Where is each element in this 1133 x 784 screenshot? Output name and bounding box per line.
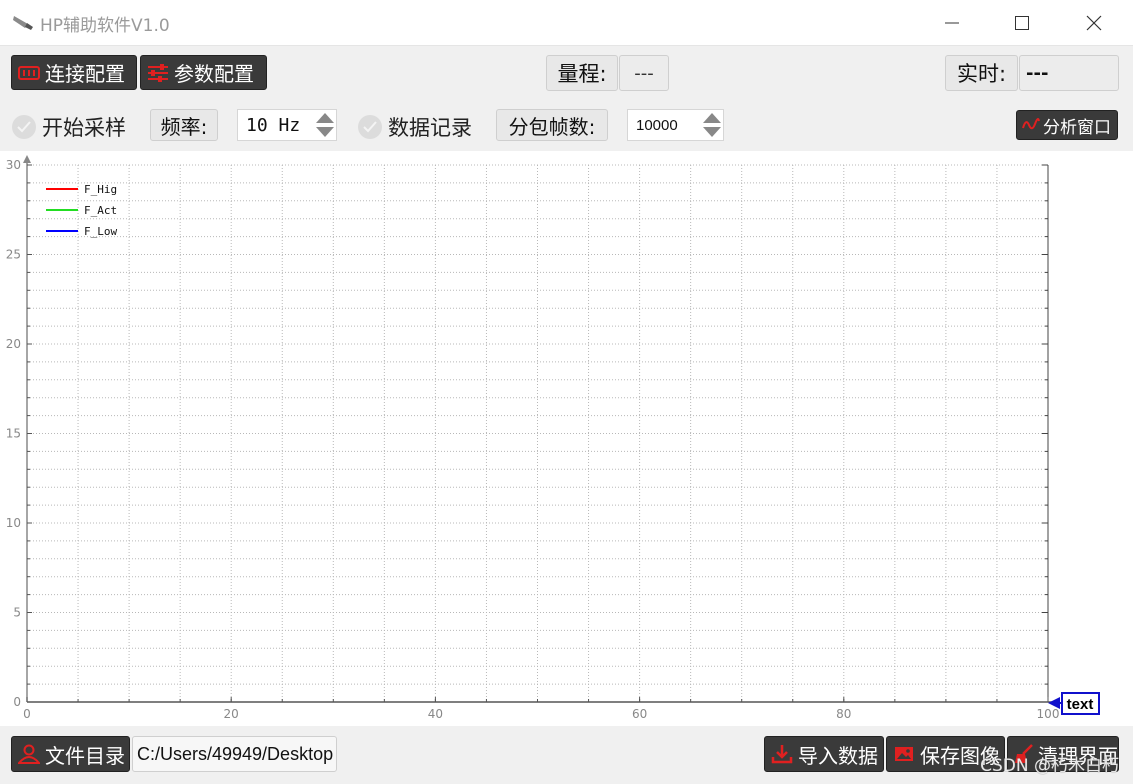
minimize-button[interactable]: [922, 0, 982, 45]
freq-label: 频率:: [150, 109, 218, 141]
x-tick-label: 0: [23, 707, 31, 721]
x-tick-label: 80: [836, 707, 851, 721]
import-data-button[interactable]: 导入数据: [764, 736, 884, 772]
start-sampling-label: 开始采样: [42, 116, 126, 140]
range-value: ---: [619, 55, 669, 91]
maximize-icon: [1015, 15, 1029, 30]
realtime-value: ---: [1019, 55, 1119, 91]
path-field[interactable]: C:/Users/49949/Desktop: [132, 736, 337, 772]
analysis-window-button[interactable]: 分析窗口: [1016, 110, 1118, 140]
app-icon: [12, 12, 34, 32]
connector-icon: [16, 62, 42, 84]
data-record-checkbox[interactable]: 数据记录: [358, 112, 472, 142]
import-data-label: 导入数据: [798, 743, 878, 768]
legend-label: F_Hig: [84, 183, 117, 196]
connect-config-label: 连接配置: [45, 62, 125, 86]
param-config-button[interactable]: 参数配置: [140, 55, 267, 90]
check-icon: [358, 115, 382, 139]
app-window: HP辅助软件V1.0 连接配置 参数配置 量程: --- 实时: --- 开始采…: [0, 0, 1133, 784]
download-icon: [769, 743, 795, 765]
realtime-label: 实时:: [945, 55, 1018, 91]
close-icon: [1086, 15, 1102, 30]
spin-arrows-icon[interactable]: [701, 110, 723, 140]
close-button[interactable]: [1064, 0, 1124, 45]
cursor-label: text: [1067, 696, 1094, 713]
legend-label: F_Low: [84, 225, 117, 238]
file-dir-button[interactable]: 文件目录: [11, 736, 130, 772]
watermark: CSDN @朽木白朽: [980, 756, 1119, 776]
data-record-label: 数据记录: [388, 116, 472, 140]
y-tick-label: 15: [6, 427, 21, 441]
y-tick-label: 25: [6, 248, 21, 262]
frames-label: 分包帧数:: [496, 109, 608, 141]
file-dir-label: 文件目录: [45, 743, 125, 768]
maximize-button[interactable]: [992, 0, 1052, 45]
sliders-icon: [145, 62, 171, 84]
x-tick-label: 100: [1037, 707, 1060, 721]
frames-spinbox[interactable]: 10000: [627, 109, 724, 141]
user-icon: [16, 743, 42, 765]
title-bar: HP辅助软件V1.0: [0, 0, 1133, 46]
wave-icon: [1021, 114, 1041, 136]
spin-arrows-icon[interactable]: [314, 110, 336, 140]
y-tick-label: 20: [6, 337, 21, 351]
y-tick-label: 5: [13, 606, 21, 620]
y-axis-arrow-icon: [23, 155, 31, 163]
connect-config-button[interactable]: 连接配置: [11, 55, 137, 90]
start-sampling-checkbox[interactable]: 开始采样: [12, 112, 126, 142]
check-icon: [12, 115, 36, 139]
analysis-window-label: 分析窗口: [1043, 117, 1111, 138]
x-tick-label: 40: [428, 707, 443, 721]
plot-area: 0 5 10 15 20 25 30 0 20 40 60 80 100 F_Hig F_Act F_Lowt…: [0, 151, 1133, 726]
x-tick-label: 60: [632, 707, 647, 721]
param-config-label: 参数配置: [174, 62, 254, 86]
force-chart: 0 5 10 15 20 25 30 0 20 40 60 80 100 F_Hig F_Act F_Lowt…: [6, 155, 1100, 721]
frames-value: 10000: [636, 116, 678, 134]
freq-value: 10 Hz: [246, 114, 301, 136]
x-tick-label: 20: [224, 707, 239, 721]
y-tick-label: 0: [13, 695, 21, 709]
y-tick-label: 30: [6, 158, 21, 172]
freq-spinbox[interactable]: 10 Hz: [237, 109, 337, 141]
bottom-bar: 文件目录 C:/Users/49949/Desktop 导入数据 保存图像 清理…: [0, 727, 1133, 784]
window-title: HP辅助软件V1.0: [40, 16, 170, 36]
image-icon: [891, 743, 917, 765]
y-tick-label: 10: [6, 516, 21, 530]
legend-label: F_Act: [84, 204, 117, 217]
range-label: 量程:: [546, 55, 618, 91]
minimize-icon: [945, 22, 959, 23]
